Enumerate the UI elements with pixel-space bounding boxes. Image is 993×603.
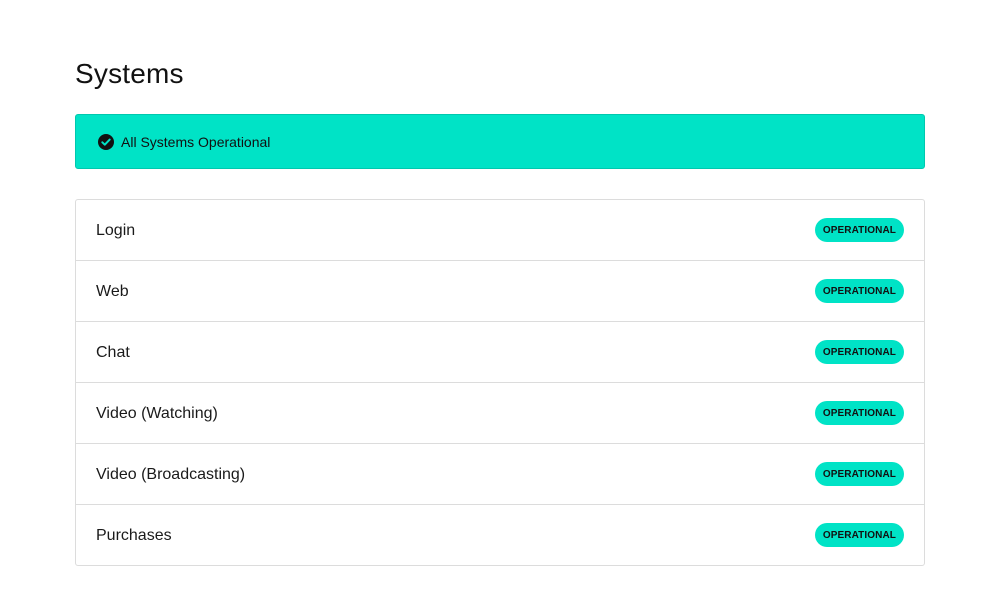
page-title: Systems bbox=[75, 58, 184, 89]
system-name: Login bbox=[96, 222, 136, 239]
status-badge: OPERATIONAL bbox=[814, 401, 904, 425]
status-badge: OPERATIONAL bbox=[814, 218, 904, 242]
status-badge: OPERATIONAL bbox=[814, 279, 904, 303]
system-row-chat: Chat OPERATIONAL bbox=[76, 321, 924, 382]
system-list: Login OPERATIONAL Web OPERATIONAL Chat O… bbox=[75, 199, 925, 566]
status-badge: OPERATIONAL bbox=[814, 523, 904, 547]
overall-status-banner: All Systems Operational bbox=[75, 114, 925, 169]
system-row-web: Web OPERATIONAL bbox=[76, 260, 924, 321]
overall-status-text: All Systems Operational bbox=[121, 134, 271, 150]
system-name: Chat bbox=[96, 344, 130, 361]
check-circle-icon bbox=[98, 133, 114, 150]
status-badge: OPERATIONAL bbox=[814, 340, 904, 364]
system-name: Web bbox=[96, 283, 129, 300]
system-name: Video (Broadcasting) bbox=[96, 466, 246, 483]
system-name: Purchases bbox=[96, 527, 172, 544]
system-name: Video (Watching) bbox=[96, 405, 218, 422]
status-badge: OPERATIONAL bbox=[814, 462, 904, 486]
system-row-video-broadcasting: Video (Broadcasting) OPERATIONAL bbox=[76, 443, 924, 504]
system-row-purchases: Purchases OPERATIONAL bbox=[76, 504, 924, 565]
system-row-login: Login OPERATIONAL bbox=[76, 200, 924, 260]
system-row-video-watching: Video (Watching) OPERATIONAL bbox=[76, 382, 924, 443]
